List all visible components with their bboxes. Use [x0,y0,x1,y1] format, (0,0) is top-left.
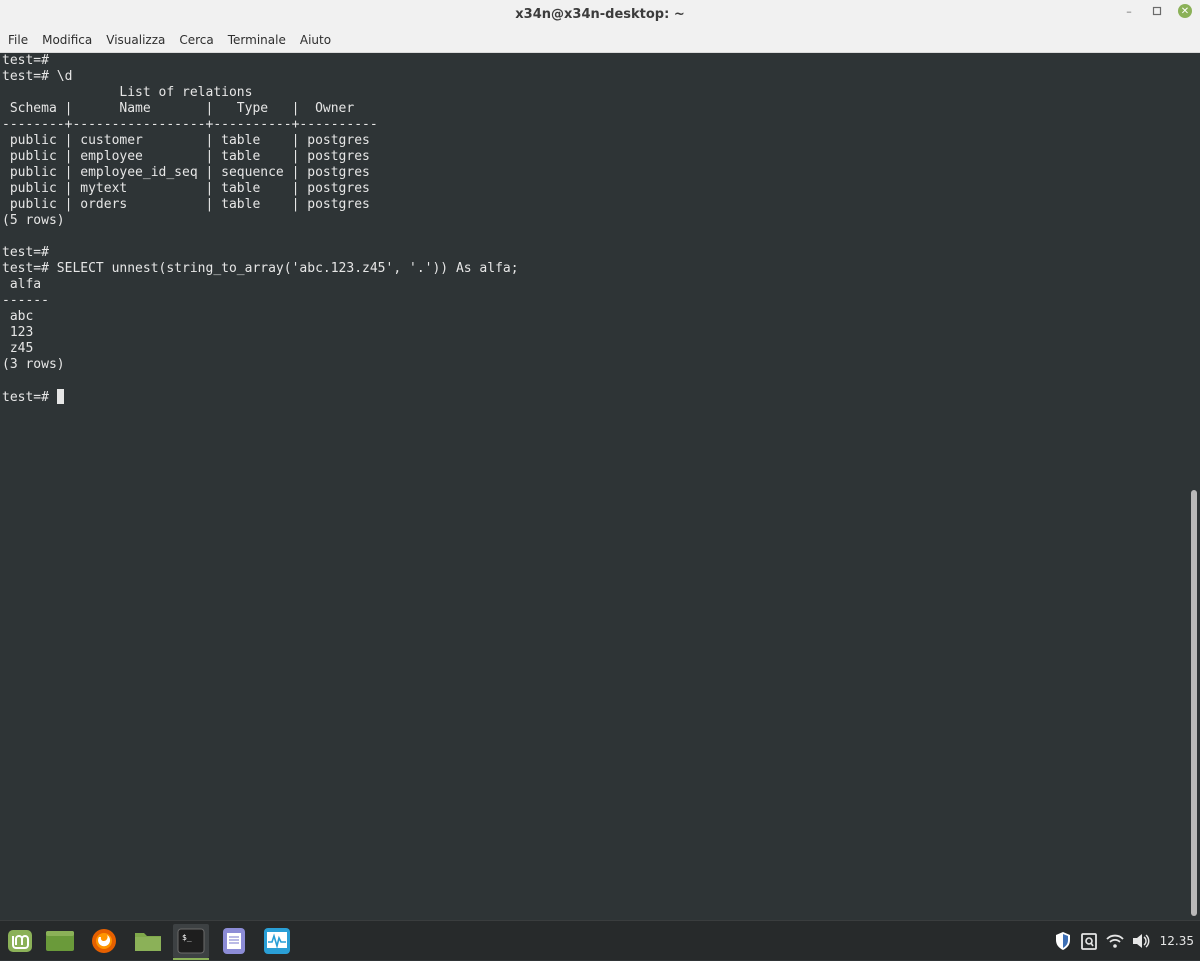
terminal-line: 123 [2,325,34,340]
text-editor-icon [223,928,245,954]
show-desktop-button[interactable] [42,924,78,958]
terminal-prompt: test=# [2,390,57,405]
menu-help[interactable]: Aiuto [293,33,338,47]
wifi-icon [1105,934,1124,948]
terminal-line: (3 rows) [2,357,65,372]
terminal-line: Schema | Name | Type | Owner [2,101,378,116]
volume-icon [1132,934,1150,948]
window-controls: – ✕ [1122,4,1192,18]
window-title: x34n@x34n-desktop: ~ [515,6,685,22]
wifi-button[interactable] [1104,930,1126,952]
files-icon [135,933,161,951]
scrollbar-thumb[interactable] [1191,490,1197,916]
text-cursor [56,389,64,404]
terminal-line: public | customer | table | postgres [2,133,370,148]
mint-menu-button[interactable] [2,924,38,958]
terminal-line: List of relations [2,85,253,100]
terminal-taskbar-button[interactable]: $_ [173,924,209,960]
terminal-output[interactable]: test=# test=# \d List of relations Schema… [0,53,1188,920]
terminal-line: alfa [2,277,49,292]
terminal-line: public | employee | table | postgres [2,149,370,164]
terminal-line: (5 rows) [2,213,65,228]
show-desktop-icon [46,931,74,951]
terminal-text: test=# test=# \d List of relations Schema… [0,53,1188,405]
text-editor-button[interactable] [216,924,252,958]
menu-view[interactable]: Visualizza [99,33,172,47]
clipboard-icon [1080,933,1097,950]
firefox-icon [92,929,116,953]
shield-button[interactable] [1052,930,1074,952]
maximize-button[interactable] [1150,4,1164,18]
menu-search[interactable]: Cerca [172,33,220,47]
system-monitor-button[interactable] [259,924,295,958]
close-button[interactable]: ✕ [1178,4,1192,18]
terminal-line: public | mytext | table | postgres [2,181,370,196]
title-bar[interactable]: x34n@x34n-desktop: ~ – ✕ [0,0,1200,28]
menu-file[interactable]: File [0,33,35,47]
clock[interactable]: 12.35 [1160,934,1194,948]
taskbar: $_ 12.35 [0,920,1200,960]
terminal-line: --------+-----------------+----------+--… [2,117,378,132]
terminal-line: ------ [2,293,49,308]
svg-text:$_: $_ [182,933,192,942]
system-monitor-icon [264,928,290,954]
terminal-scrollbar[interactable] [1188,53,1200,920]
menu-terminal[interactable]: Terminale [221,33,293,47]
terminal-line: z45 [2,341,34,356]
terminal-line: test=# [2,53,49,68]
terminal-line: test=# \d [2,69,73,84]
system-tray: 12.35 [1050,921,1200,961]
maximize-icon [1152,6,1162,16]
minimize-button[interactable]: – [1122,4,1136,18]
volume-button[interactable] [1130,930,1152,952]
clipboard-button[interactable] [1078,930,1100,952]
files-button[interactable] [130,924,166,958]
terminal-line: test=# [2,245,49,260]
menu-edit[interactable]: Modifica [35,33,99,47]
terminal-line: test=# SELECT unnest(string_to_array('ab… [2,261,519,276]
shield-icon [1055,932,1070,950]
terminal-window: x34n@x34n-desktop: ~ – ✕ File Modifica V… [0,0,1200,920]
menu-bar: File Modifica Visualizza Cerca Terminale… [0,28,1200,53]
terminal-line: public | employee_id_seq | sequence | po… [2,165,370,180]
terminal-prompt-line: test=# [2,389,1188,405]
firefox-button[interactable] [86,924,122,958]
terminal-icon: $_ [177,928,205,954]
terminal-line: public | orders | table | postgres [2,197,370,212]
mint-menu-icon [8,930,32,952]
terminal-line: abc [2,309,34,324]
